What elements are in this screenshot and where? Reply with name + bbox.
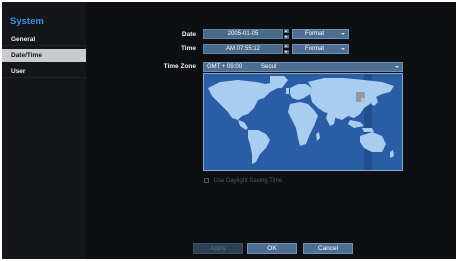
sidebar-item-user[interactable]: User [2,65,86,78]
time-zone-label: Time Zone [163,63,196,70]
time-field[interactable]: AM 07:55:12 [203,44,283,54]
time-format-dropdown[interactable]: Format [292,44,349,54]
time-zone-dropdown[interactable]: GMT + 09:00 Seoul [203,62,403,72]
date-up-arrow-icon[interactable] [284,29,289,33]
time-up-arrow-icon[interactable] [284,44,289,48]
dst-label: Use Daylight Saving Time [213,178,283,184]
date-down-arrow-icon[interactable] [284,35,289,39]
apply-button[interactable]: Apply [193,243,243,254]
dst-checkbox[interactable] [204,178,209,183]
chevron-down-icon [341,48,345,50]
chevron-down-icon [341,33,345,35]
time-down-arrow-icon[interactable] [284,50,289,54]
sidebar: System General Date/Time User [2,2,86,259]
date-label: Date [181,31,196,38]
date-format-dropdown[interactable]: Format [292,29,349,39]
date-spinner[interactable] [284,29,289,39]
time-format-label: Format [305,46,325,52]
dst-checkbox-row[interactable]: Use Daylight Saving Time [204,178,282,184]
sidebar-title: System [10,16,44,27]
time-spinner[interactable] [284,44,289,54]
ok-button[interactable]: OK [247,243,297,254]
time-label: Time [180,45,196,52]
cancel-button[interactable]: Cancel [303,243,353,254]
date-field[interactable]: 2005-01-05 [203,29,283,39]
time-zone-city: Seoul [261,64,277,70]
world-map[interactable] [203,73,403,171]
world-map-graphic [204,74,402,170]
date-format-label: Format [305,31,325,37]
chevron-down-icon [395,66,399,68]
time-zone-offset: GMT + 09:00 [207,64,243,70]
sidebar-item-date-time[interactable]: Date/Time [2,49,86,62]
sidebar-item-general[interactable]: General [2,33,86,46]
